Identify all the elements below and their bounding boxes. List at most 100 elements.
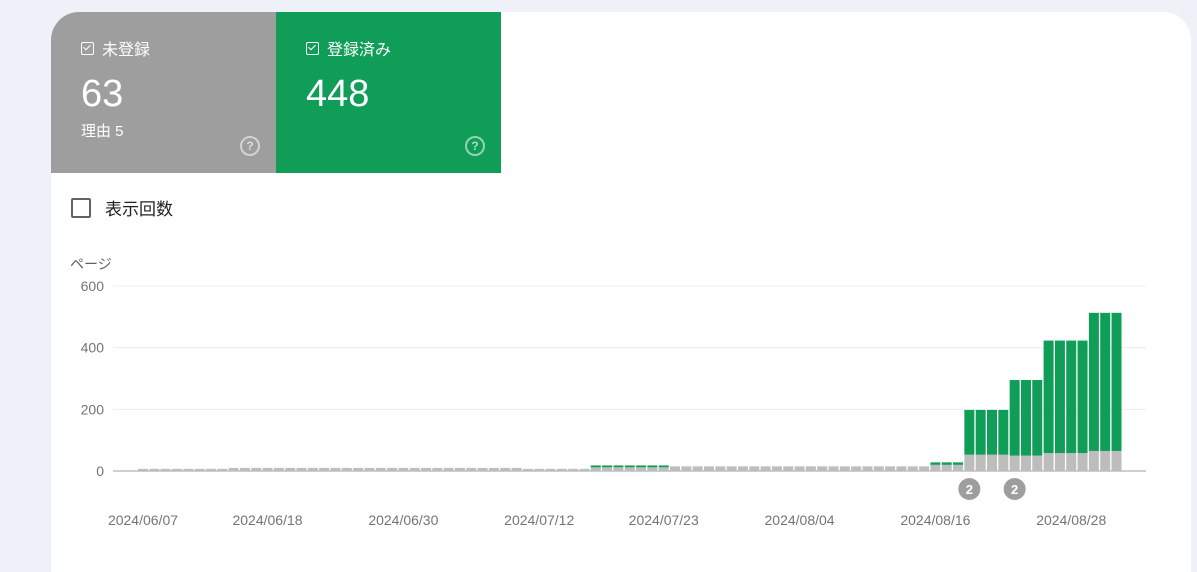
bar-unregistered bbox=[568, 468, 579, 471]
bar-unregistered bbox=[726, 466, 737, 471]
index-coverage-card: 未登録 63 理由 5 ? 登録済み 448 ? 表示回数 ページ 0 200 40… bbox=[51, 12, 1191, 572]
bar-unregistered bbox=[1066, 453, 1077, 471]
bar-unregistered bbox=[828, 466, 839, 471]
bar-unregistered bbox=[296, 467, 307, 471]
bar-unregistered bbox=[511, 467, 522, 471]
bar-unregistered bbox=[907, 466, 918, 471]
bar-unregistered bbox=[1020, 455, 1031, 471]
bar-unregistered bbox=[862, 466, 873, 471]
bar-unregistered bbox=[443, 467, 454, 471]
bar-unregistered bbox=[398, 467, 409, 471]
bar-registered bbox=[1043, 340, 1054, 454]
bar-unregistered bbox=[737, 466, 748, 471]
bar-unregistered bbox=[522, 468, 533, 471]
bar-unregistered bbox=[409, 467, 420, 471]
bar-registered bbox=[658, 465, 669, 468]
bar-registered bbox=[987, 409, 997, 455]
bar-unregistered bbox=[1009, 455, 1020, 471]
bar-unregistered bbox=[500, 467, 511, 471]
bar-unregistered bbox=[217, 468, 228, 471]
bar-unregistered bbox=[998, 454, 1009, 471]
bar-unregistered bbox=[636, 467, 647, 471]
bar-registered bbox=[590, 465, 601, 468]
bar-unregistered bbox=[432, 467, 443, 471]
bar-unregistered bbox=[364, 467, 375, 471]
bar-unregistered bbox=[953, 464, 964, 471]
x-tick-label: 2024/07/12 bbox=[504, 512, 574, 528]
bar-registered bbox=[1009, 380, 1020, 456]
bar-unregistered bbox=[341, 467, 352, 471]
bar-registered bbox=[1054, 340, 1065, 454]
bar-unregistered bbox=[454, 467, 465, 471]
bar-registered bbox=[930, 462, 941, 465]
bar-registered bbox=[1066, 340, 1077, 454]
bar-registered bbox=[975, 409, 986, 455]
bar-unregistered bbox=[1077, 453, 1088, 471]
bar-unregistered bbox=[1100, 450, 1111, 471]
bar-unregistered bbox=[556, 468, 567, 471]
bar-registered bbox=[613, 465, 624, 468]
bar-unregistered bbox=[488, 467, 499, 471]
y-tick-label: 200 bbox=[81, 401, 105, 417]
x-tick-label: 2024/08/28 bbox=[1036, 512, 1106, 528]
x-tick-label: 2024/08/16 bbox=[900, 512, 970, 528]
bar-unregistered bbox=[794, 466, 805, 471]
bar-unregistered bbox=[421, 467, 431, 471]
bar-unregistered bbox=[692, 466, 703, 471]
bar-unregistered bbox=[624, 467, 635, 471]
bar-unregistered bbox=[251, 467, 262, 471]
bar-unregistered bbox=[1054, 453, 1065, 471]
bar-unregistered bbox=[975, 454, 986, 471]
bar-registered bbox=[964, 409, 975, 455]
y-tick-label: 600 bbox=[81, 278, 105, 294]
bar-unregistered bbox=[817, 466, 828, 471]
bar-unregistered bbox=[964, 454, 975, 471]
x-tick-label: 2024/06/30 bbox=[368, 512, 438, 528]
x-tick-label: 2024/06/18 bbox=[232, 512, 302, 528]
bar-unregistered bbox=[590, 467, 601, 471]
bar-unregistered bbox=[896, 466, 907, 471]
y-tick-label: 0 bbox=[96, 463, 104, 479]
bar-registered bbox=[1032, 380, 1043, 456]
bar-registered bbox=[636, 465, 647, 468]
bar-unregistered bbox=[149, 468, 160, 471]
bar-unregistered bbox=[987, 454, 997, 471]
bar-unregistered bbox=[919, 466, 930, 471]
bar-unregistered bbox=[1088, 450, 1099, 471]
bar-unregistered bbox=[330, 467, 341, 471]
bar-unregistered bbox=[353, 467, 364, 471]
bar-registered bbox=[941, 462, 952, 465]
bar-unregistered bbox=[228, 467, 239, 471]
bar-unregistered bbox=[805, 466, 816, 471]
bar-unregistered bbox=[771, 466, 782, 471]
bar-registered bbox=[1100, 312, 1111, 451]
bar-unregistered bbox=[387, 467, 398, 471]
bar-unregistered bbox=[1043, 453, 1054, 471]
bar-unregistered bbox=[1111, 450, 1122, 471]
bar-registered bbox=[624, 465, 635, 468]
bar-unregistered bbox=[749, 466, 760, 471]
bar-unregistered bbox=[375, 467, 386, 471]
bar-registered bbox=[1077, 340, 1088, 454]
bar-unregistered bbox=[851, 466, 862, 471]
bar-unregistered bbox=[285, 467, 296, 471]
bar-registered bbox=[602, 465, 613, 468]
x-tick-label: 2024/07/23 bbox=[629, 512, 699, 528]
bar-unregistered bbox=[205, 468, 216, 471]
bar-unregistered bbox=[319, 467, 330, 471]
bar-unregistered bbox=[477, 467, 488, 471]
bar-unregistered bbox=[602, 467, 613, 471]
bar-unregistered bbox=[704, 466, 714, 471]
bar-registered bbox=[1088, 312, 1099, 451]
y-tick-label: 400 bbox=[81, 340, 105, 356]
bar-registered bbox=[1111, 312, 1122, 451]
bar-unregistered bbox=[183, 468, 194, 471]
bar-unregistered bbox=[873, 466, 884, 471]
bar-unregistered bbox=[545, 468, 556, 471]
bar-unregistered bbox=[138, 468, 148, 471]
bar-unregistered bbox=[839, 466, 850, 471]
bar-unregistered bbox=[160, 468, 171, 471]
bar-unregistered bbox=[1032, 455, 1043, 471]
bar-registered bbox=[1020, 380, 1031, 456]
bar-unregistered bbox=[941, 464, 952, 471]
